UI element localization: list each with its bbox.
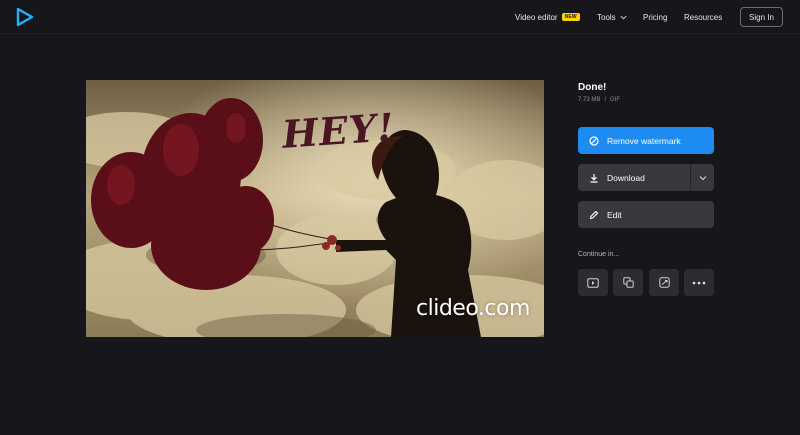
download-icon xyxy=(589,173,599,183)
new-badge: NEW xyxy=(561,13,580,21)
no-watermark-icon xyxy=(589,135,599,146)
nav-pricing[interactable]: Pricing xyxy=(643,13,667,22)
chevron-down-icon xyxy=(699,175,706,180)
edit-label: Edit xyxy=(607,209,622,220)
nav-video-editor[interactable]: Video editor NEW xyxy=(515,13,580,22)
file-format: GIF xyxy=(610,97,621,103)
remove-watermark-button[interactable]: Remove watermark xyxy=(578,127,714,154)
download-label: Download xyxy=(607,172,645,183)
nav-video-editor-label: Video editor xyxy=(515,12,558,22)
nav-resources[interactable]: Resources xyxy=(684,13,722,22)
watermark-text: clideo.com xyxy=(416,296,530,321)
nav-tools-label: Tools xyxy=(597,12,616,22)
video-play-icon xyxy=(587,277,599,288)
file-meta: 7.73 MB / GIF xyxy=(578,97,620,103)
download-options-toggle[interactable] xyxy=(690,164,714,191)
status-title: Done! xyxy=(578,82,607,93)
nav-tools[interactable]: Tools xyxy=(597,13,627,22)
file-size: 7.73 MB xyxy=(578,97,601,103)
clideo-logo-icon[interactable] xyxy=(16,7,34,27)
top-header: Video editor NEW Tools Pricing Resources… xyxy=(0,0,800,34)
preview-caption: HEY! xyxy=(280,104,397,157)
more-dots-icon xyxy=(692,281,706,284)
continue-in-label: Continue in... xyxy=(578,251,620,258)
chevron-down-icon xyxy=(620,15,627,19)
continue-more-button[interactable] xyxy=(684,269,714,296)
continue-loop-button[interactable] xyxy=(649,269,679,296)
meta-separator: / xyxy=(604,97,607,103)
continue-video-button[interactable] xyxy=(578,269,608,296)
edit-button[interactable]: Edit xyxy=(578,201,714,228)
continue-merge-button[interactable] xyxy=(613,269,643,296)
loop-icon xyxy=(658,277,670,288)
pencil-icon xyxy=(589,210,599,220)
copy-layers-icon xyxy=(622,277,634,288)
sign-in-button[interactable]: Sign In xyxy=(740,7,783,27)
remove-watermark-label: Remove watermark xyxy=(607,135,681,146)
result-preview-image: HEY! clideo.com xyxy=(86,80,544,337)
download-button[interactable]: Download xyxy=(578,164,714,191)
